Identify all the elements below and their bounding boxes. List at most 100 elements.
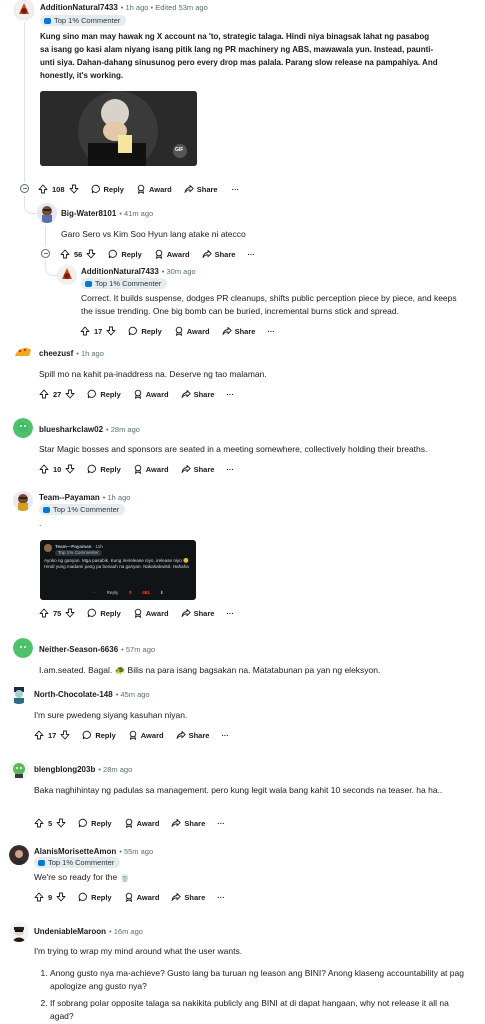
upvote-icon[interactable] xyxy=(39,464,49,474)
username[interactable]: cheezusf xyxy=(39,349,73,358)
more-options-button[interactable]: ··· xyxy=(247,250,255,259)
more-options-button[interactable]: ··· xyxy=(226,390,234,399)
more-options-button[interactable]: ··· xyxy=(267,327,275,336)
vote-count: 5 xyxy=(48,818,53,828)
comment-header: Team--Payaman • 1h ago xyxy=(39,493,130,502)
downvote-icon[interactable] xyxy=(60,730,70,740)
upvote-icon[interactable] xyxy=(34,730,44,740)
avatar[interactable] xyxy=(57,265,77,285)
upvote-icon[interactable] xyxy=(38,184,48,194)
username[interactable]: Neither-Season-6636 xyxy=(39,645,118,654)
downvote-icon[interactable] xyxy=(56,892,66,902)
downvote-icon[interactable] xyxy=(65,464,75,474)
avatar[interactable] xyxy=(13,418,33,438)
reply-button[interactable]: Reply xyxy=(78,892,112,902)
reply-button[interactable]: Reply xyxy=(78,818,112,828)
share-button[interactable]: Share xyxy=(176,730,210,740)
username[interactable]: UndeniableMaroon xyxy=(34,927,106,936)
downvote-icon[interactable] xyxy=(69,184,79,194)
username[interactable]: Big-Water8101 xyxy=(61,209,116,218)
reply-button[interactable]: Reply xyxy=(108,249,142,259)
share-button[interactable]: Share xyxy=(181,464,215,474)
share-button[interactable]: Share xyxy=(184,184,218,194)
avatar[interactable] xyxy=(13,342,33,362)
comment-actions: 56 Reply Award Share ··· xyxy=(60,247,255,261)
reply-button[interactable]: Reply xyxy=(87,389,121,399)
award-button[interactable]: Award xyxy=(154,249,190,259)
reply-icon xyxy=(87,389,97,399)
avatar[interactable] xyxy=(9,922,29,942)
award-button[interactable]: Award xyxy=(124,892,159,902)
upvote-icon[interactable] xyxy=(34,892,44,902)
share-button[interactable]: Share xyxy=(181,389,214,399)
downvote-icon[interactable] xyxy=(56,818,66,828)
upvote-icon[interactable] xyxy=(80,326,90,336)
upvote-icon[interactable] xyxy=(34,818,44,828)
share-icon xyxy=(202,249,212,259)
share-label: Share xyxy=(193,464,215,474)
upvote-icon[interactable] xyxy=(39,389,49,399)
more-options-button[interactable]: ··· xyxy=(226,465,234,474)
username[interactable]: bluesharkclaw02 xyxy=(39,425,103,434)
more-options-button[interactable]: ··· xyxy=(226,609,234,618)
downvote-icon[interactable] xyxy=(86,249,96,259)
share-button[interactable]: Share xyxy=(222,326,255,336)
share-button[interactable]: Share xyxy=(181,608,214,618)
award-label: Award xyxy=(145,608,169,618)
award-button[interactable]: Award xyxy=(128,730,164,740)
more-options-button[interactable]: ··· xyxy=(217,893,225,902)
reply-button[interactable]: Reply xyxy=(128,326,162,336)
username: Team—Payaman xyxy=(55,544,92,549)
embedded-screenshot[interactable]: Team—Payaman · 11h Top 1% Commenter Ayok… xyxy=(40,540,196,600)
avatar[interactable] xyxy=(9,684,29,704)
upvote-icon[interactable] xyxy=(60,249,70,259)
avatar[interactable] xyxy=(13,491,33,511)
flair-icon xyxy=(44,17,51,24)
collapse-button[interactable] xyxy=(20,184,29,193)
share-label: Share xyxy=(188,730,210,740)
username[interactable]: AdditionNatural7433 xyxy=(40,3,118,12)
award-button[interactable]: Award xyxy=(174,326,210,336)
flair-icon xyxy=(38,859,45,866)
award-button[interactable]: Award xyxy=(124,818,159,828)
share-button[interactable]: Share xyxy=(171,892,205,902)
reply-button[interactable]: Reply xyxy=(87,464,121,474)
collapse-button[interactable] xyxy=(41,249,50,258)
username[interactable]: Team--Payaman xyxy=(39,493,100,502)
downvote-icon[interactable] xyxy=(65,608,75,618)
comment-body: We're so ready for the 🍵 xyxy=(34,872,131,882)
avatar[interactable] xyxy=(14,0,34,20)
username[interactable]: AlanisMorisetteAmon xyxy=(34,847,116,856)
avatar[interactable] xyxy=(37,203,57,223)
award-button[interactable]: Award xyxy=(136,184,172,194)
comment-header: AdditionNatural7433 • 30m ago xyxy=(81,267,196,276)
avatar[interactable] xyxy=(9,760,29,780)
username[interactable]: blengblong203b xyxy=(34,765,95,774)
username[interactable]: AdditionNatural7433 xyxy=(81,267,159,276)
downvote-icon[interactable] xyxy=(65,389,75,399)
share-label: Share xyxy=(184,818,206,828)
gif-embed[interactable]: GIF xyxy=(40,91,197,166)
timestamp: · 11h xyxy=(92,544,103,549)
share-button[interactable]: Share xyxy=(202,249,235,259)
comment-header: cheezusf • 1h ago xyxy=(39,349,104,358)
reply-button[interactable]: Reply xyxy=(82,730,116,740)
upvote-icon[interactable] xyxy=(39,608,49,618)
username[interactable]: North-Chocolate-148 xyxy=(34,690,113,699)
avatar[interactable] xyxy=(9,845,29,865)
award-button[interactable]: Award xyxy=(133,608,169,618)
share-button[interactable]: Share xyxy=(171,818,205,828)
more-options-button[interactable]: ··· xyxy=(217,819,225,828)
comment-body: I'm trying to wrap my mind around what t… xyxy=(34,946,243,956)
comment-actions: 17 Reply Award Share ··· xyxy=(80,324,275,338)
more-options-button[interactable]: ··· xyxy=(221,731,229,740)
reply-button[interactable]: Reply xyxy=(87,608,121,618)
avatar[interactable] xyxy=(13,638,33,658)
award-icon xyxy=(128,730,138,740)
award-button[interactable]: Award xyxy=(133,389,169,399)
award-button[interactable]: Award xyxy=(133,464,169,474)
reply-label: Reply xyxy=(121,249,142,259)
more-options-button[interactable]: ··· xyxy=(232,185,240,194)
reply-button[interactable]: Reply xyxy=(91,184,124,194)
downvote-icon[interactable] xyxy=(106,326,116,336)
